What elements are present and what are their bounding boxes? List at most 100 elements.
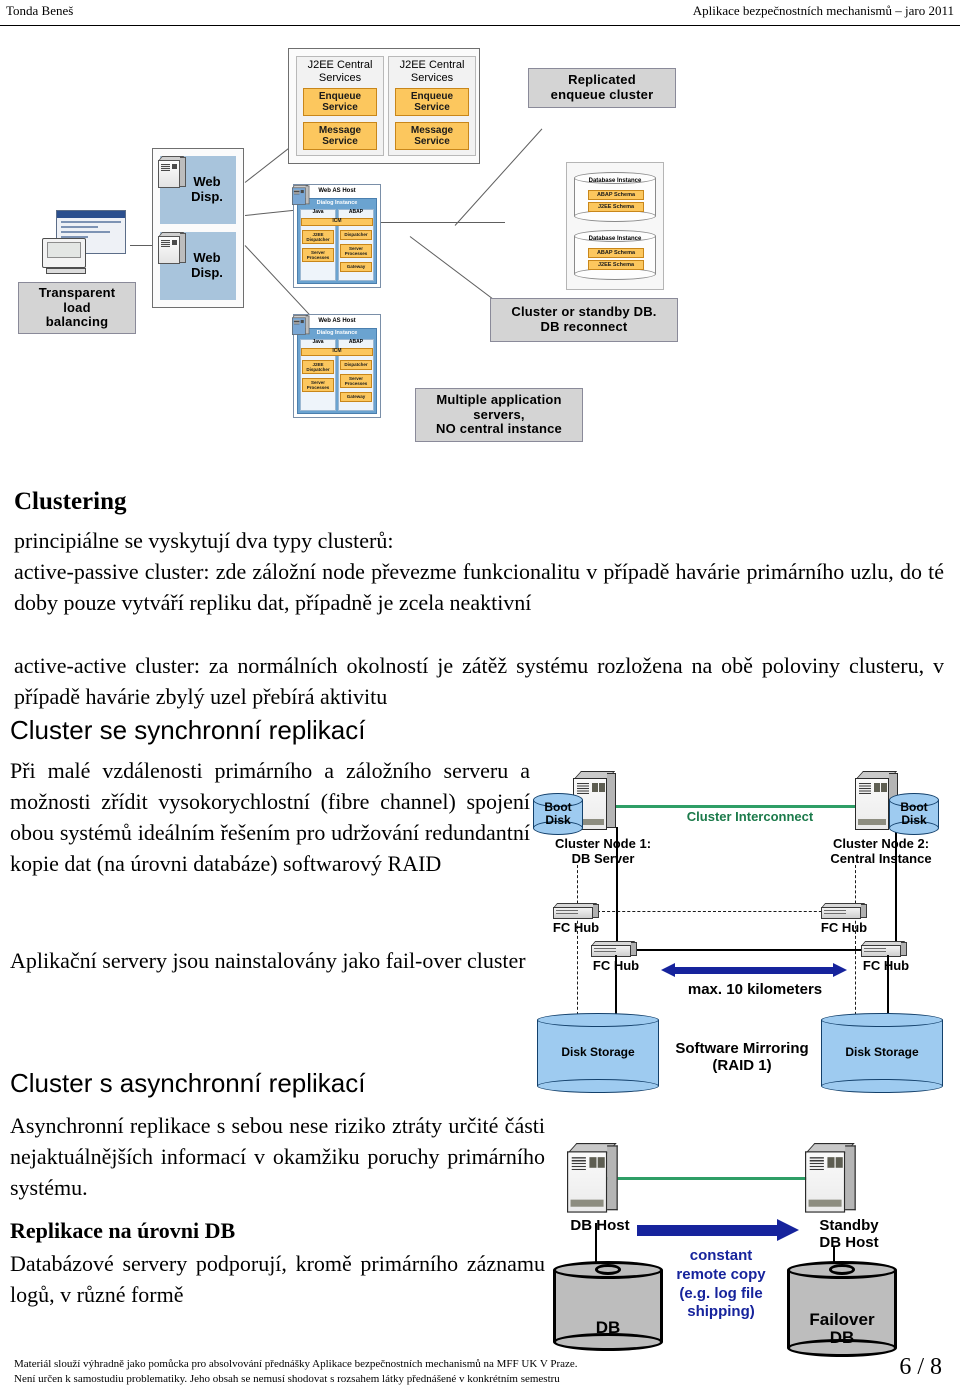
icm-1: ICM: [301, 218, 373, 226]
hub-side: [861, 904, 867, 918]
gateway-2: Gateway: [340, 392, 372, 402]
boot-disk-label-2: Boot Disk: [900, 799, 928, 827]
window-line: [61, 221, 121, 223]
tower-grill: [809, 1157, 824, 1171]
sync-replication-body: Při malé vzdálenosti primárního a záložn…: [10, 758, 530, 876]
tower-led: [172, 240, 177, 245]
async-replication-body: Asynchronní replikace s sebou nese rizik…: [10, 1113, 545, 1200]
enqueue-service-1: Enqueue Service: [303, 88, 377, 116]
fc-hub-4-label: FC Hub: [862, 958, 910, 973]
page-number: 6 / 8: [899, 1354, 942, 1380]
tower-led: [300, 319, 304, 324]
tower-led: [172, 164, 177, 169]
tower-foot: [858, 819, 886, 825]
synchronous-cluster-diagram: Cluster Interconnect Boot Disk Cluster N…: [525, 765, 960, 1105]
window-line: [61, 226, 99, 228]
tower-side: [305, 185, 310, 205]
tower-indicator: [881, 783, 887, 792]
cluster-node-1-label: Cluster Node 1: DB Server: [554, 836, 652, 866]
max-distance-arrow: [661, 963, 847, 977]
arrow-head-left: [661, 963, 675, 977]
tower-side: [845, 1145, 856, 1211]
fc-hub-3-icon: [821, 903, 867, 920]
header-course: Aplikace bezpečnostních mechanismů – jar…: [692, 3, 954, 18]
db-host-server-icon: [567, 1143, 624, 1221]
standby-db-host-label: Standby DB Host: [819, 1217, 879, 1252]
enqueue-service-2: Enqueue Service: [395, 88, 469, 116]
java-label-1: Java: [312, 209, 324, 216]
fc-hub-2-icon: [591, 941, 637, 958]
cluster-node-2-label: Cluster Node 2: Central Instance: [830, 836, 932, 866]
server-processes-abap-2: Server Processes: [340, 374, 372, 388]
tower-indicator: [592, 783, 598, 792]
window-titlebar: [57, 211, 125, 218]
section-title-async-replication: Cluster s asynchronní replikací: [10, 1068, 366, 1098]
tower-side: [607, 1145, 618, 1211]
arrow-head-right: [833, 963, 847, 977]
server-tower-icon: [158, 232, 186, 266]
connector-line: [244, 145, 293, 183]
cluster-interconnect-line: [603, 805, 883, 808]
java-label-2: Java: [312, 339, 324, 346]
node1-dashed-line: [577, 865, 578, 1025]
section-title-db-replication: Replikace na úrovni DB: [10, 1218, 236, 1243]
cluster-interconnect-label: Cluster Interconnect: [686, 809, 814, 824]
section-title-sync-replication: Cluster se synchronní replikací: [10, 715, 366, 745]
server-tower-icon: [292, 315, 310, 335]
db-host-label: DB Host: [570, 1217, 630, 1234]
db-replication-body: Databázové servery podporují, kromě prim…: [10, 1251, 545, 1307]
web-disp-label-1: Web Disp.: [191, 174, 223, 204]
boot-disk-2: Boot Disk: [889, 793, 939, 835]
remote-copy-label: constant remote copy (e.g. log file ship…: [676, 1247, 766, 1321]
boot-disk-label-1: Boot Disk: [544, 799, 572, 827]
hub-front: [821, 907, 861, 919]
monitor-icon: [42, 238, 86, 268]
remote-copy-arrow: [637, 1219, 799, 1241]
page-header: Tonda Beneš Aplikace bezpečnostních mech…: [0, 0, 960, 26]
software-mirroring-label: Software Mirroring (RAID 1): [675, 1040, 809, 1075]
fc-hub-4-icon: [861, 941, 907, 958]
hub-side: [593, 904, 599, 918]
footer-line-2: Není určen k samostudiu problematiky. Je…: [14, 1373, 560, 1385]
arrow-shaft: [674, 967, 834, 974]
server-processes-abap-1: Server Processes: [340, 244, 372, 258]
transparent-load-balancing-callout: Transparent load balancing: [18, 282, 136, 334]
message-service-2: Message Service: [395, 122, 469, 150]
tower-side: [180, 233, 186, 263]
tower-grill: [859, 783, 871, 794]
j2ee-dispatcher-1: J2EE Dispatcher: [302, 230, 334, 244]
monitor-screen: [47, 242, 81, 258]
hub-vents: [824, 910, 846, 911]
window-line: [61, 231, 110, 233]
fc-hub-1-icon: [553, 903, 599, 920]
fchub-dashed-link: [597, 911, 837, 912]
standby-db-host-server-icon: [805, 1143, 862, 1221]
web-disp-label-2: Web Disp.: [191, 250, 223, 280]
dispatcher-abap-2: Dispatcher: [340, 360, 372, 370]
disk-storage-label-2: Disk Storage: [845, 1045, 919, 1060]
node2-dashed-line: [855, 865, 856, 1025]
max-distance-label: max. 10 kilometers: [687, 981, 823, 998]
tower-vent: [161, 164, 170, 171]
tower-vent: [293, 319, 300, 325]
tower-indicator: [599, 783, 605, 792]
db-host-down-line: [595, 1223, 597, 1263]
hub-front: [553, 907, 593, 919]
page-footer: Materiál slouží výhradně jako pomůcka pr…: [14, 1357, 714, 1387]
footer-line-1: Materiál slouží výhradně jako pomůcka pr…: [14, 1358, 578, 1370]
abap-schema-1: ABAP Schema: [588, 190, 644, 200]
db-cylinder: DB: [553, 1261, 663, 1351]
tower-indicator: [827, 1157, 835, 1168]
abap-label-2: ABAP: [348, 339, 364, 346]
j2ee-title-1: J2EE Central Services: [307, 59, 373, 84]
arrow-shaft: [637, 1225, 779, 1236]
asynchronous-replication-diagram: DB Host Standby DB Host constant remote …: [545, 1135, 960, 1385]
cylinder-hole: [828, 1264, 856, 1275]
message-service-1: Message Service: [303, 122, 377, 150]
server-processes-java-2: Server Processes: [302, 378, 334, 392]
header-author: Tonda Beneš: [6, 3, 74, 18]
multiple-app-servers-callout: Multiple application servers, NO central…: [415, 388, 583, 442]
tower-side: [305, 315, 310, 335]
fc-hub-1-label: FC Hub: [552, 920, 600, 935]
disk-storage-2: Disk Storage: [821, 1013, 943, 1093]
